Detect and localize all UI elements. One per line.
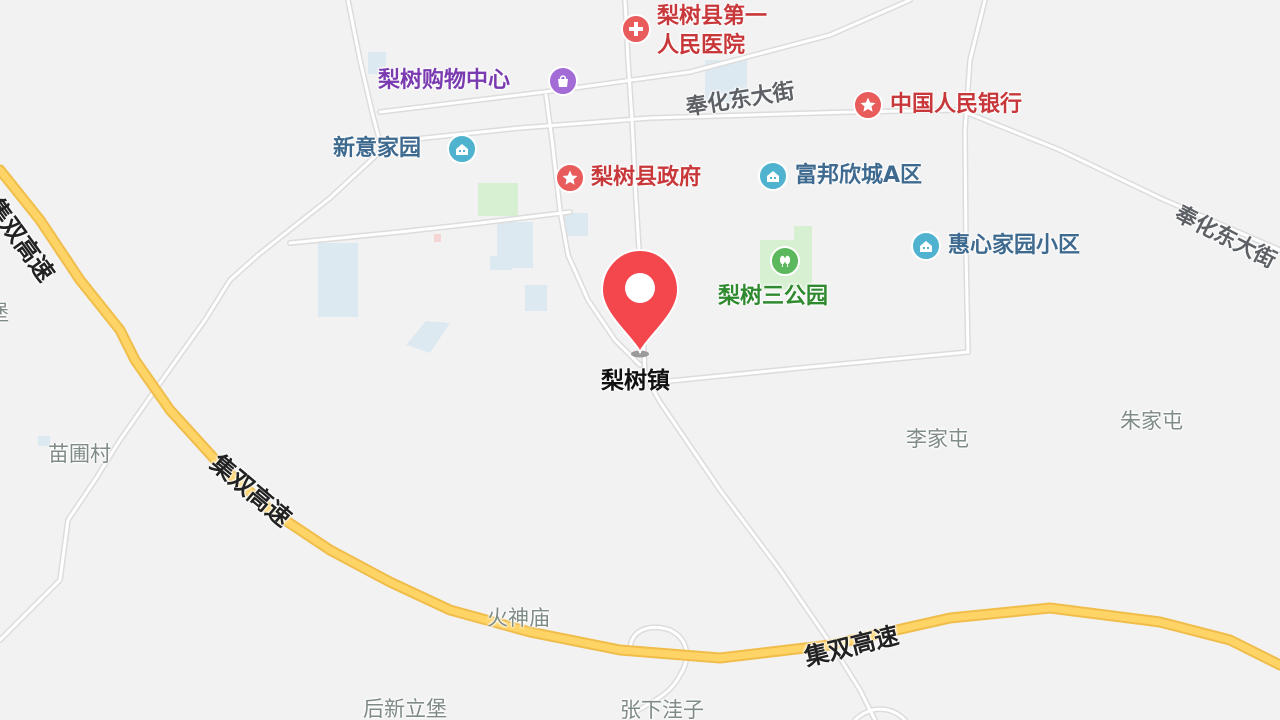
center-location-label: 梨树镇 bbox=[601, 368, 670, 394]
residence-icon bbox=[758, 161, 788, 191]
star-icon bbox=[555, 163, 585, 193]
star-icon bbox=[853, 90, 883, 120]
place-label-zhujia: 朱家屯 bbox=[1120, 409, 1183, 433]
poi-label-fubang: 富邦欣城A区 bbox=[795, 163, 923, 188]
place-label-edge-left: 堡 bbox=[0, 300, 9, 326]
poi-label-huixin: 惠心家园小区 bbox=[948, 233, 1081, 258]
location-pin-icon[interactable] bbox=[598, 248, 682, 364]
residence-icon bbox=[911, 231, 941, 261]
poi-label-xinyi: 新意家园 bbox=[333, 136, 422, 161]
poi-label-park: 梨树三公园 bbox=[718, 284, 829, 309]
poi-label-bank: 中国人民银行 bbox=[890, 92, 1023, 117]
shopping-bag-icon bbox=[548, 66, 578, 96]
place-label-zhangxia: 张下洼子 bbox=[620, 698, 704, 720]
residence-icon bbox=[447, 134, 477, 164]
place-label-huoshen: 火神庙 bbox=[487, 606, 550, 630]
hospital-icon bbox=[621, 14, 651, 44]
place-label-miaopu: 苗圃村 bbox=[48, 442, 111, 466]
poi-label-shopping: 梨树购物中心 bbox=[378, 68, 511, 93]
place-label-houxin: 后新立堡 bbox=[363, 697, 447, 720]
poi-label-hospital-line1: 梨树县第一 bbox=[657, 4, 768, 29]
poi-label-gov: 梨树县政府 bbox=[591, 165, 702, 190]
poi-label-hospital-line2: 人民医院 bbox=[657, 33, 746, 58]
map-canvas[interactable]: 梨树县第一 人民医院 梨树购物中心 中国人民银行 新意家园 梨树县政府 富邦欣城… bbox=[0, 0, 1280, 720]
park-tree-icon bbox=[770, 246, 800, 276]
place-label-lijia: 李家屯 bbox=[906, 427, 969, 451]
